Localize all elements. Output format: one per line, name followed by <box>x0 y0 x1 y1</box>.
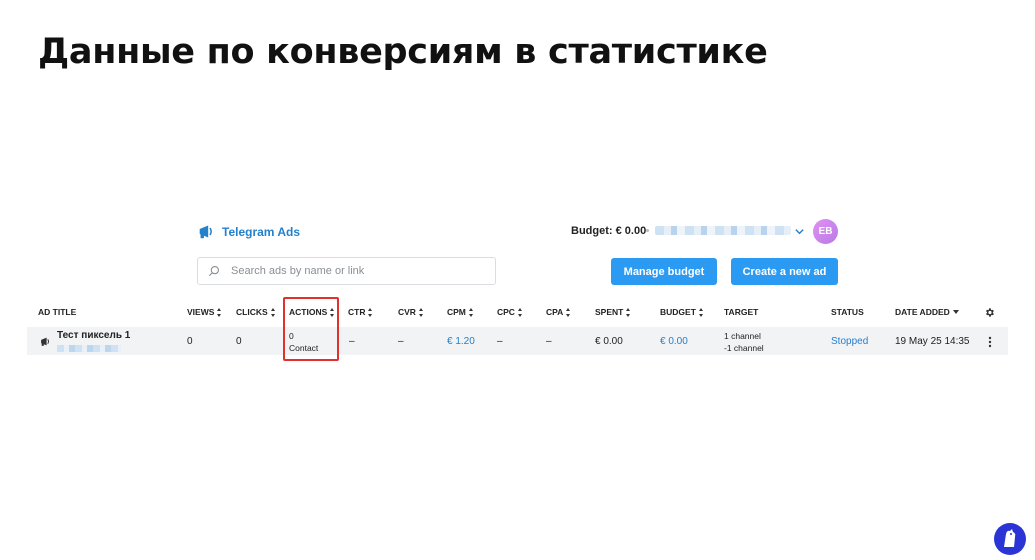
cell-cvr: – <box>398 336 404 347</box>
chevron-down-icon[interactable] <box>794 226 805 237</box>
ad-title[interactable]: Тест пиксель 1 <box>57 330 130 341</box>
sort-icon <box>517 307 523 317</box>
brand-name: Telegram Ads <box>222 224 301 239</box>
cell-clicks: 0 <box>236 336 242 347</box>
cell-spent: € 0.00 <box>595 336 623 347</box>
telegram-ads-logo[interactable]: Telegram Ads <box>198 223 300 240</box>
column-header-target[interactable]: TARGET <box>724 307 758 317</box>
column-header-cpm[interactable]: CPM <box>447 307 474 317</box>
column-header-ad-title[interactable]: AD TITLE <box>38 307 76 317</box>
cell-cpc: – <box>497 336 503 347</box>
megaphone-icon <box>41 337 50 346</box>
ad-link-blurred <box>57 345 121 352</box>
search-input[interactable] <box>229 264 483 278</box>
actions-highlight-box <box>283 297 339 361</box>
sort-icon <box>566 307 571 317</box>
gear-icon[interactable] <box>984 307 995 318</box>
column-header-cvr[interactable]: CVR <box>398 307 424 317</box>
more-options-icon[interactable] <box>987 336 993 348</box>
sort-icon <box>217 307 222 317</box>
column-header-status[interactable]: STATUS <box>831 307 864 317</box>
cell-budget[interactable]: € 0.00 <box>660 336 688 347</box>
manage-budget-button[interactable]: Manage budget <box>611 258 717 285</box>
corner-logo <box>994 523 1026 555</box>
create-ad-button[interactable]: Create a new ad <box>731 258 838 285</box>
column-header-cpa[interactable]: CPA <box>546 307 571 317</box>
search-icon <box>208 265 220 277</box>
column-header-views[interactable]: VIEWS <box>187 307 222 317</box>
sort-icon <box>418 307 424 317</box>
cell-ctr: – <box>349 336 355 347</box>
column-header-date-added[interactable]: DATE ADDED <box>895 307 959 317</box>
megaphone-icon <box>199 225 212 239</box>
cell-target-line2: -1 channel <box>724 343 764 353</box>
sort-icon <box>626 307 631 317</box>
sort-icon <box>698 307 704 317</box>
sort-icon <box>368 307 373 317</box>
cell-status[interactable]: Stopped <box>831 336 868 347</box>
separator-dot <box>646 229 649 232</box>
account-name-blurred <box>655 226 791 235</box>
column-header-cpc[interactable]: CPC <box>497 307 523 317</box>
avatar[interactable]: EB <box>813 219 838 244</box>
account-selector[interactable] <box>646 226 791 235</box>
sort-icon <box>270 307 276 317</box>
cell-date-added: 19 May 25 14:35 <box>895 336 970 347</box>
cell-cpm[interactable]: € 1.20 <box>447 336 475 347</box>
column-header-budget[interactable]: BUDGET <box>660 307 704 317</box>
slide-title: Данные по конверсиям в статистике <box>38 32 768 72</box>
sort-descending-icon <box>952 310 959 314</box>
column-header-ctr[interactable]: CTR <box>348 307 373 317</box>
search-box[interactable] <box>197 257 496 285</box>
column-header-spent[interactable]: SPENT <box>595 307 631 317</box>
sort-icon <box>468 307 474 317</box>
cell-cpa: – <box>546 336 552 347</box>
column-header-clicks[interactable]: CLICKS <box>236 307 276 317</box>
cell-views: 0 <box>187 336 193 347</box>
cell-target-line1: 1 channel <box>724 331 761 341</box>
budget-label: Budget: € 0.00 <box>571 225 647 237</box>
